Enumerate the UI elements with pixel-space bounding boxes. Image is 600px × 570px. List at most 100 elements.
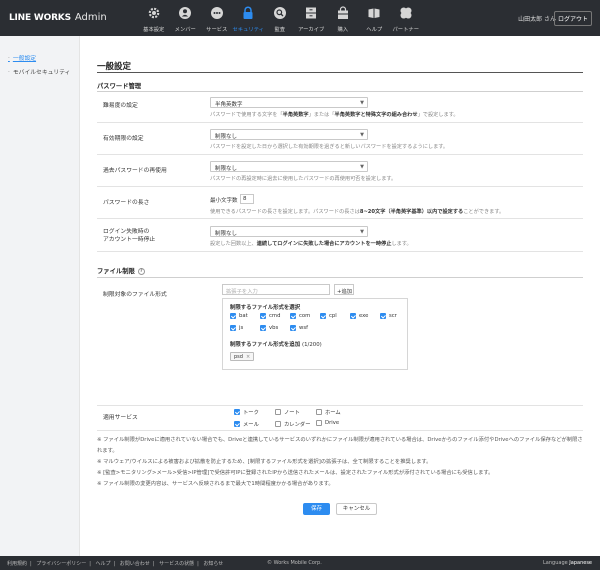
nav-item-audit[interactable]: 監査	[264, 0, 296, 36]
help-circle-icon[interactable]: ?	[137, 267, 145, 275]
nav-item-basic[interactable]: 基本設定	[138, 0, 170, 36]
checkbox-icon	[230, 313, 236, 319]
checkbox-icon	[230, 325, 236, 331]
main-content: 一般設定 パスワード管理 難易度の設定 半角英数字 ▼ パスワードで使用する文字を…	[85, 36, 595, 556]
extension-input[interactable]: 拡張子を入力	[222, 284, 330, 295]
nav-item-help[interactable]: ヘルプ	[359, 0, 391, 36]
min-length-label: 最小文字数	[210, 198, 238, 204]
lock-label-line: アカウント一時停止	[103, 237, 156, 243]
min-length-input[interactable]: 8	[240, 194, 254, 204]
nav-item-member[interactable]: メンバー	[170, 0, 202, 36]
help-emphasis: 8~20文字（半角英字基準）以内で設定する	[359, 209, 464, 215]
extension-box: 制限するファイル形式を選択 bat cmd com cpl exe scr js…	[222, 298, 408, 370]
nav-item-purchase[interactable]: 購入	[327, 0, 359, 36]
nav-item-partner[interactable]: パートナー	[390, 0, 422, 36]
language-selector[interactable]: Language Japanese	[543, 560, 592, 566]
help-text: ことができます。	[463, 209, 505, 215]
user-name[interactable]: 山田太郎 さん	[518, 14, 556, 23]
copyright: © Works Mobile Corp.	[267, 560, 322, 566]
checkbox-label: scr	[389, 313, 397, 319]
help-text: します。	[391, 241, 412, 247]
footer-link-news[interactable]: お知らせ	[203, 561, 223, 567]
nav-label: 購入	[337, 27, 349, 33]
checkbox-label: cmd	[269, 313, 281, 319]
close-icon[interactable]: ×	[246, 354, 250, 360]
complexity-label: 難易度の設定	[103, 103, 138, 109]
length-row: パスワードの長さ 最小文字数 8 使用できるパスワードの長さを設定します。パスワ…	[97, 187, 583, 219]
checkbox-icon	[260, 325, 266, 331]
ext-checkbox-cpl[interactable]: cpl	[320, 313, 337, 319]
footer-link-help[interactable]: ヘルプ	[95, 561, 110, 567]
ext-checkbox-js[interactable]: js	[230, 325, 243, 331]
ext-checkbox-bat[interactable]: bat	[230, 313, 248, 319]
checkbox-label: トーク	[243, 410, 259, 416]
checkbox-icon	[380, 313, 386, 319]
ext-checkbox-scr[interactable]: scr	[380, 313, 397, 319]
checkbox-label: カレンダー	[284, 422, 311, 428]
nav-item-archive[interactable]: アーカイブ	[296, 0, 328, 36]
help-emphasis: 半角英数字と特殊文字の組み合わせ	[334, 112, 418, 118]
checkbox-icon	[290, 325, 296, 331]
checkbox-label: bat	[239, 313, 248, 319]
checkbox-icon	[290, 313, 296, 319]
file-section-title: ファイル制限?	[97, 266, 145, 275]
sidebar-item-mobile-security[interactable]: · モバイルセキュリティ	[8, 67, 70, 76]
ext-checkbox-wsf[interactable]: wsf	[290, 325, 308, 331]
checkbox-label: js	[239, 325, 244, 331]
nav-label: ヘルプ	[366, 27, 383, 33]
checkbox-label: wsf	[299, 325, 308, 331]
save-button[interactable]: 保存	[303, 503, 330, 515]
ext-checkbox-com[interactable]: com	[290, 313, 310, 319]
ext-checkbox-cmd[interactable]: cmd	[260, 313, 280, 319]
bullet-icon: ·	[8, 56, 10, 62]
logout-button[interactable]: ログアウト	[553, 11, 592, 26]
logo-admin-text: Admin	[74, 12, 107, 23]
checkbox-icon	[234, 409, 240, 415]
services-row: 適用サービス トーク ノート ホーム メール カレンダー Drive	[97, 406, 583, 431]
checkbox-label: exe	[359, 313, 369, 319]
expiry-select[interactable]: 制限なし ▼	[210, 129, 368, 140]
footer-link-contact[interactable]: お問い合わせ	[120, 561, 150, 567]
ext-checkbox-vbs[interactable]: vbs	[260, 325, 278, 331]
add-extension-button[interactable]: +追加	[334, 284, 354, 295]
service-checkbox-calendar[interactable]: カレンダー	[275, 420, 311, 428]
footer-link-privacy[interactable]: プライバシーポリシー	[36, 561, 86, 567]
language-value: Japanese	[569, 560, 592, 566]
ext-checkbox-exe[interactable]: exe	[350, 313, 368, 319]
purchase-icon	[335, 5, 351, 21]
checkbox-icon	[316, 420, 322, 426]
lock-label-line: ログイン失敗時の	[103, 229, 150, 235]
added-title-text: 制限するファイル形式を追加	[230, 342, 301, 348]
password-section-title: パスワード管理	[97, 83, 142, 90]
service-checkbox-home[interactable]: ホーム	[316, 408, 341, 416]
chevron-down-icon: ▼	[360, 132, 364, 138]
extension-tag: psd ×	[230, 352, 255, 361]
footer-link-status[interactable]: サービスの状態	[159, 561, 194, 567]
service-checkbox-mail[interactable]: メール	[234, 420, 259, 428]
service-checkbox-talk[interactable]: トーク	[234, 408, 259, 416]
nav-item-service[interactable]: サービス	[201, 0, 233, 36]
lock-select[interactable]: 制限なし ▼	[210, 226, 368, 237]
nav-label: セキュリティ	[232, 27, 264, 33]
help-emphasis: 半角英数字	[282, 112, 309, 118]
help-text: 」または「	[308, 112, 335, 118]
nav-item-security[interactable]: セキュリティ	[233, 0, 265, 36]
gear-icon	[146, 5, 162, 21]
footer-link-terms[interactable]: 利用規約	[7, 561, 27, 567]
logo[interactable]: LINE WORKS Admin	[9, 12, 107, 23]
lock-label: ログイン失敗時の アカウント一時停止	[103, 228, 155, 244]
cancel-button[interactable]: キャンセル	[336, 503, 377, 515]
service-checkbox-note[interactable]: ノート	[275, 408, 300, 416]
nav-label: メンバー	[174, 27, 196, 33]
complexity-select[interactable]: 半角英数字 ▼	[210, 97, 368, 108]
checkbox-label: com	[299, 313, 311, 319]
checkbox-label: ホーム	[325, 410, 341, 416]
services-label: 適用サービス	[103, 415, 138, 421]
service-checkbox-drive[interactable]: Drive	[316, 420, 339, 426]
added-title: 制限するファイル形式を追加 (1/200)	[230, 340, 322, 348]
checkbox-icon	[234, 421, 240, 427]
reuse-select[interactable]: 制限なし ▼	[210, 161, 368, 172]
logo-text: LINE WORKS	[9, 13, 71, 23]
note: ※ [監査>モニタリング>メール>受信>IP管理]で受信許可IPに登録されたIP…	[97, 470, 494, 476]
sidebar-item-general[interactable]: · 一般設定	[8, 53, 36, 62]
